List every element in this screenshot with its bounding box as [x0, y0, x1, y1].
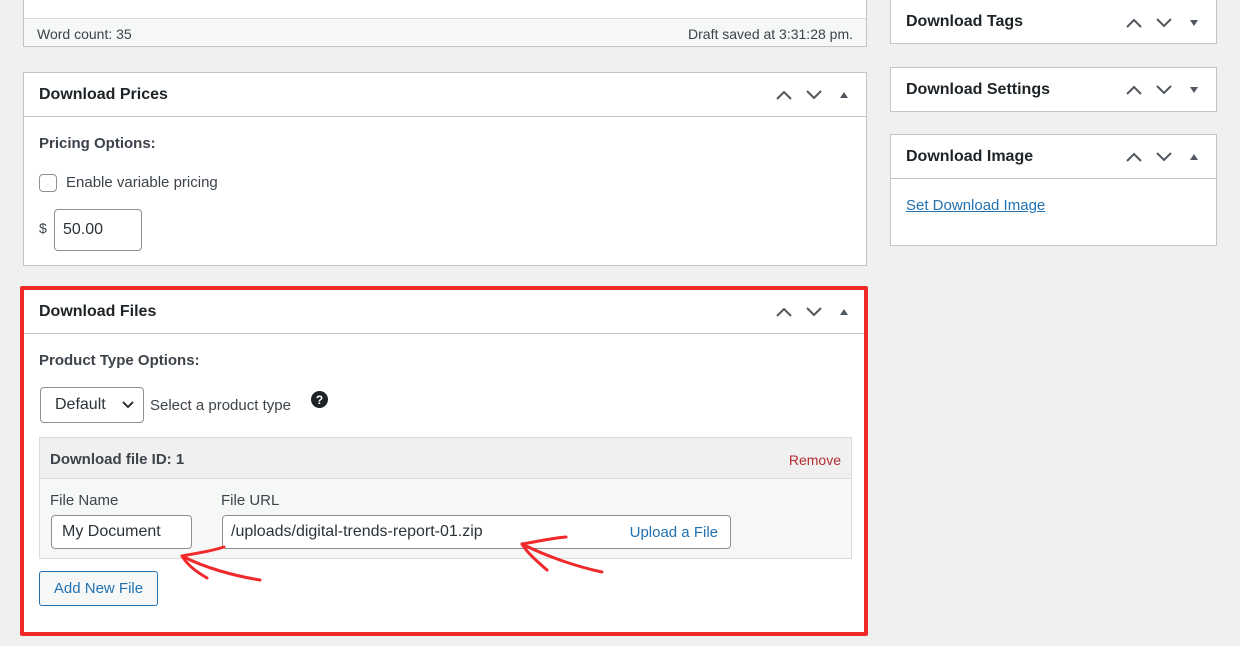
chevron-up-icon	[1126, 18, 1142, 28]
chevron-down-icon	[1156, 85, 1172, 95]
triangle-down-icon	[1190, 20, 1198, 26]
download-settings-title[interactable]: Download Settings	[906, 81, 1050, 99]
triangle-down-icon	[1190, 87, 1198, 93]
download-tags-box: Download Tags	[890, 0, 1217, 44]
download-tags-controls	[1119, 13, 1209, 33]
chevron-up-icon	[1126, 85, 1142, 95]
chevron-down-icon	[1156, 18, 1172, 28]
download-image-box: Download Image Set Download Image	[890, 134, 1217, 246]
download-settings-controls	[1119, 80, 1209, 100]
move-down-button[interactable]	[1149, 80, 1179, 100]
download-tags-title[interactable]: Download Tags	[906, 13, 1023, 31]
move-up-button[interactable]	[1119, 80, 1149, 100]
toggle-panel-button[interactable]	[1179, 13, 1209, 33]
move-down-button[interactable]	[1149, 13, 1179, 33]
chevron-up-icon	[1126, 152, 1142, 162]
move-up-button[interactable]	[1119, 147, 1149, 167]
toggle-panel-button[interactable]	[1179, 80, 1209, 100]
arrow-to-file-url-icon	[520, 535, 604, 574]
download-image-header: Download Image	[891, 135, 1216, 179]
download-settings-box: Download Settings	[890, 67, 1217, 112]
toggle-panel-button[interactable]	[1179, 147, 1209, 167]
download-image-title[interactable]: Download Image	[906, 148, 1033, 166]
arrow-to-file-name-icon	[180, 545, 262, 582]
move-up-button[interactable]	[1119, 13, 1149, 33]
chevron-down-icon	[1156, 152, 1172, 162]
triangle-up-icon	[1190, 154, 1198, 160]
set-download-image-link[interactable]: Set Download Image	[906, 197, 1045, 214]
move-down-button[interactable]	[1149, 147, 1179, 167]
download-image-controls	[1119, 147, 1209, 167]
